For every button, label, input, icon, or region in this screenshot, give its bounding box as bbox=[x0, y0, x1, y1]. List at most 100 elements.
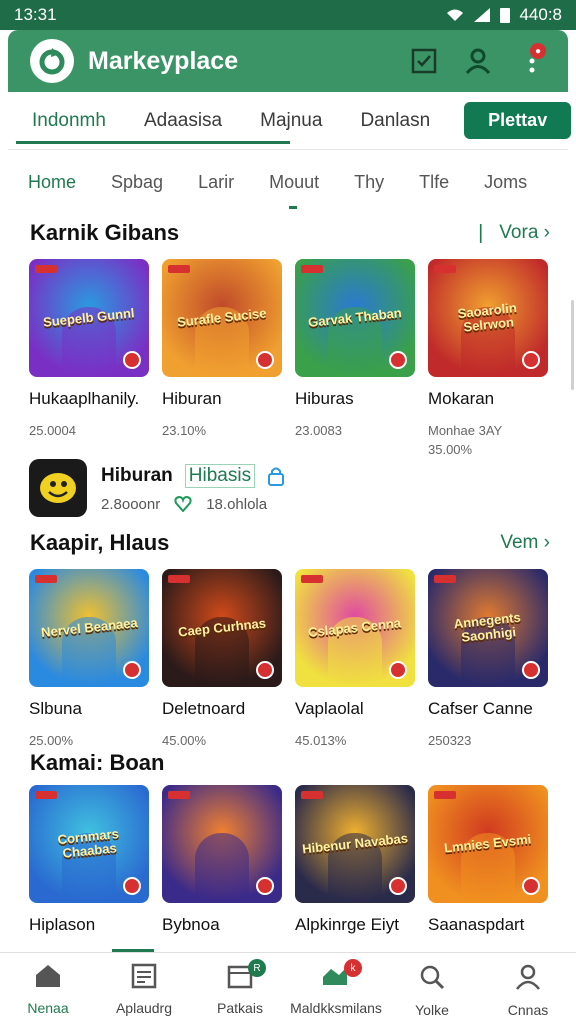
category-tab-2[interactable]: Larir bbox=[198, 172, 234, 193]
corner-ribbon bbox=[168, 791, 190, 799]
category-tab-3[interactable]: Mouut bbox=[269, 172, 319, 209]
game-card-name: Alpkinrge Eiyt bbox=[295, 915, 399, 934]
nav-item-0[interactable]: Nenaa bbox=[0, 953, 96, 1024]
app-logo[interactable] bbox=[30, 39, 74, 83]
game-card[interactable]: Cornmars Chaabas Hiplason 13.00% bbox=[29, 785, 149, 964]
category-tab-6[interactable]: Joms bbox=[484, 172, 527, 193]
section-2-header: Kaapir, Hlaus Vem › bbox=[30, 530, 550, 556]
age-rating-badge bbox=[123, 351, 141, 369]
game-art-title: Lmnies Evsmi bbox=[443, 831, 533, 856]
game-card-stat: Monhae 3AY bbox=[428, 423, 503, 438]
wifi-icon bbox=[447, 9, 464, 21]
game-card[interactable]: Annegents Saonhigi Cafser Canne 250323 bbox=[428, 569, 548, 748]
top-tab-2[interactable]: Majnua bbox=[256, 98, 326, 144]
game-card-name: Hiburas bbox=[295, 389, 354, 408]
top-tab-3[interactable]: Danlasn bbox=[356, 98, 434, 144]
more-menu-button[interactable]: ● bbox=[512, 41, 552, 81]
game-card-name: Bybnoa bbox=[162, 915, 220, 934]
game-card-stat: 45.013% bbox=[295, 733, 347, 748]
age-rating-badge bbox=[256, 877, 274, 895]
game-card[interactable]: Nervel Beanaea Slbuna 25.00% bbox=[29, 569, 149, 748]
top-tab-1[interactable]: Adaasisa bbox=[140, 98, 226, 144]
top-action-button[interactable]: Plettav bbox=[464, 102, 572, 139]
game-art-title: Annegents Saonhigi bbox=[452, 609, 522, 645]
scrollbar[interactable] bbox=[571, 300, 574, 390]
age-rating-badge bbox=[256, 661, 274, 679]
bottom-nav: Nenaa Aplaudrg R Patkais k Maldkksmilans Yolke… bbox=[0, 952, 576, 1024]
corner-ribbon bbox=[434, 791, 456, 799]
emoji-face-icon bbox=[40, 473, 76, 503]
category-tab-0[interactable]: Home bbox=[28, 172, 76, 193]
game-art-title: Surafle Sucise bbox=[176, 305, 268, 330]
section-2-row: Nervel Beanaea Slbuna 25.00% Caep Curhna… bbox=[29, 569, 549, 748]
nav-item-1[interactable]: Aplaudrg bbox=[96, 953, 192, 1024]
game-thumbnail: Annegents Saonhigi bbox=[428, 569, 548, 687]
age-rating-badge bbox=[522, 661, 540, 679]
notification-badge: ● bbox=[530, 43, 546, 59]
game-thumbnail bbox=[162, 785, 282, 903]
file-icon bbox=[131, 963, 157, 994]
corner-ribbon bbox=[301, 575, 323, 583]
corner-ribbon bbox=[35, 791, 57, 799]
game-thumbnail: Lmnies Evsmi bbox=[428, 785, 548, 903]
game-card-stat: 250323 bbox=[428, 733, 472, 748]
section-1-link-label: Vora bbox=[499, 222, 539, 243]
search-icon bbox=[418, 963, 446, 996]
game-card-name: Slbuna bbox=[29, 699, 82, 718]
game-art-title: Saoarolin Selrwon bbox=[456, 299, 518, 335]
game-card[interactable]: Lmnies Evsmi Saanaspdart 30.000% bbox=[428, 785, 548, 964]
game-card-name: Vaplaolal bbox=[295, 699, 364, 718]
status-time: 13:31 bbox=[14, 5, 57, 24]
profile-button[interactable] bbox=[458, 41, 498, 81]
category-tab-5[interactable]: Tlfe bbox=[419, 172, 449, 193]
featured-app-line2: 2.8ooonr 18.ohlola bbox=[101, 496, 285, 513]
game-art-title: Cornmars Chaabas bbox=[56, 825, 120, 861]
corner-ribbon bbox=[434, 575, 456, 583]
game-card[interactable]: Bybnoa 13.00% bbox=[162, 785, 282, 964]
game-card[interactable]: Surafle Sucise Hiburan 23.10% bbox=[162, 259, 282, 457]
game-card-stat-2: 35.00% bbox=[428, 442, 473, 457]
top-tab-0[interactable]: Indonmh bbox=[16, 98, 290, 144]
featured-app-tag: Hibasis bbox=[184, 463, 256, 488]
featured-app[interactable]: Hiburan Hibasis 2.8ooonr 18.ohlola bbox=[29, 458, 549, 518]
category-tab-4[interactable]: Thy bbox=[354, 172, 384, 193]
status-icons: 440:8 bbox=[445, 5, 562, 25]
age-rating-badge bbox=[123, 877, 141, 895]
featured-app-rating: 18.ohlola bbox=[206, 495, 268, 513]
status-bar: 13:31 440:8 bbox=[0, 0, 576, 30]
game-card-name: Hukaaplhanily. bbox=[29, 389, 140, 408]
app-header: Markeyplace ● bbox=[8, 30, 568, 92]
corner-ribbon bbox=[35, 575, 57, 583]
heart-icon bbox=[174, 496, 192, 512]
app-title: Markeyplace bbox=[88, 46, 239, 75]
game-thumbnail: Hibenur Navabas bbox=[295, 785, 415, 903]
game-card[interactable]: Hibenur Navabas Alpkinrge Eiyt 20.000% bbox=[295, 785, 415, 964]
game-card-name: Hiburan bbox=[162, 389, 222, 408]
age-rating-badge bbox=[522, 877, 540, 895]
nav-item-5[interactable]: Cnnas bbox=[480, 953, 576, 1024]
section-2-link[interactable]: Vem › bbox=[500, 532, 550, 554]
game-card[interactable]: Cslapas Cenna Vaplaolal 45.013% bbox=[295, 569, 415, 748]
nav-label: Aplaudrg bbox=[115, 1000, 173, 1016]
game-thumbnail: Cslapas Cenna bbox=[295, 569, 415, 687]
category-tab-1[interactable]: Spbag bbox=[111, 172, 163, 193]
game-card[interactable]: Caep Curhnas Deletnoard 45.00% bbox=[162, 569, 282, 748]
battery-icon bbox=[500, 8, 511, 23]
section-1-header: Karnik Gibans | Vora › bbox=[30, 220, 550, 246]
nav-item-4[interactable]: Yolke bbox=[384, 953, 480, 1024]
game-card[interactable]: Saoarolin Selrwon Mokaran Monhae 3AY 35.… bbox=[428, 259, 548, 457]
game-card[interactable]: Suepelb Gunnl Hukaaplhanily. 25.0004 bbox=[29, 259, 149, 457]
corner-ribbon bbox=[434, 265, 456, 273]
game-thumbnail: Nervel Beanaea bbox=[29, 569, 149, 687]
game-card[interactable]: Garvak Thaban Hiburas 23.0083 bbox=[295, 259, 415, 457]
nav-item-3[interactable]: k Maldkksmilans bbox=[288, 953, 384, 1024]
nav-item-2[interactable]: R Patkais bbox=[192, 953, 288, 1024]
age-rating-badge bbox=[389, 877, 407, 895]
age-rating-badge bbox=[256, 351, 274, 369]
game-card-name: Deletnoard bbox=[162, 699, 246, 718]
checkbox-button[interactable] bbox=[404, 41, 444, 81]
section-2-title: Kaapir, Hlaus bbox=[30, 530, 170, 555]
section-1-link[interactable]: Vora › bbox=[499, 222, 550, 244]
featured-app-body: Hiburan Hibasis 2.8ooonr 18.ohlola bbox=[101, 463, 285, 513]
refresh-arrow-icon bbox=[39, 48, 65, 75]
